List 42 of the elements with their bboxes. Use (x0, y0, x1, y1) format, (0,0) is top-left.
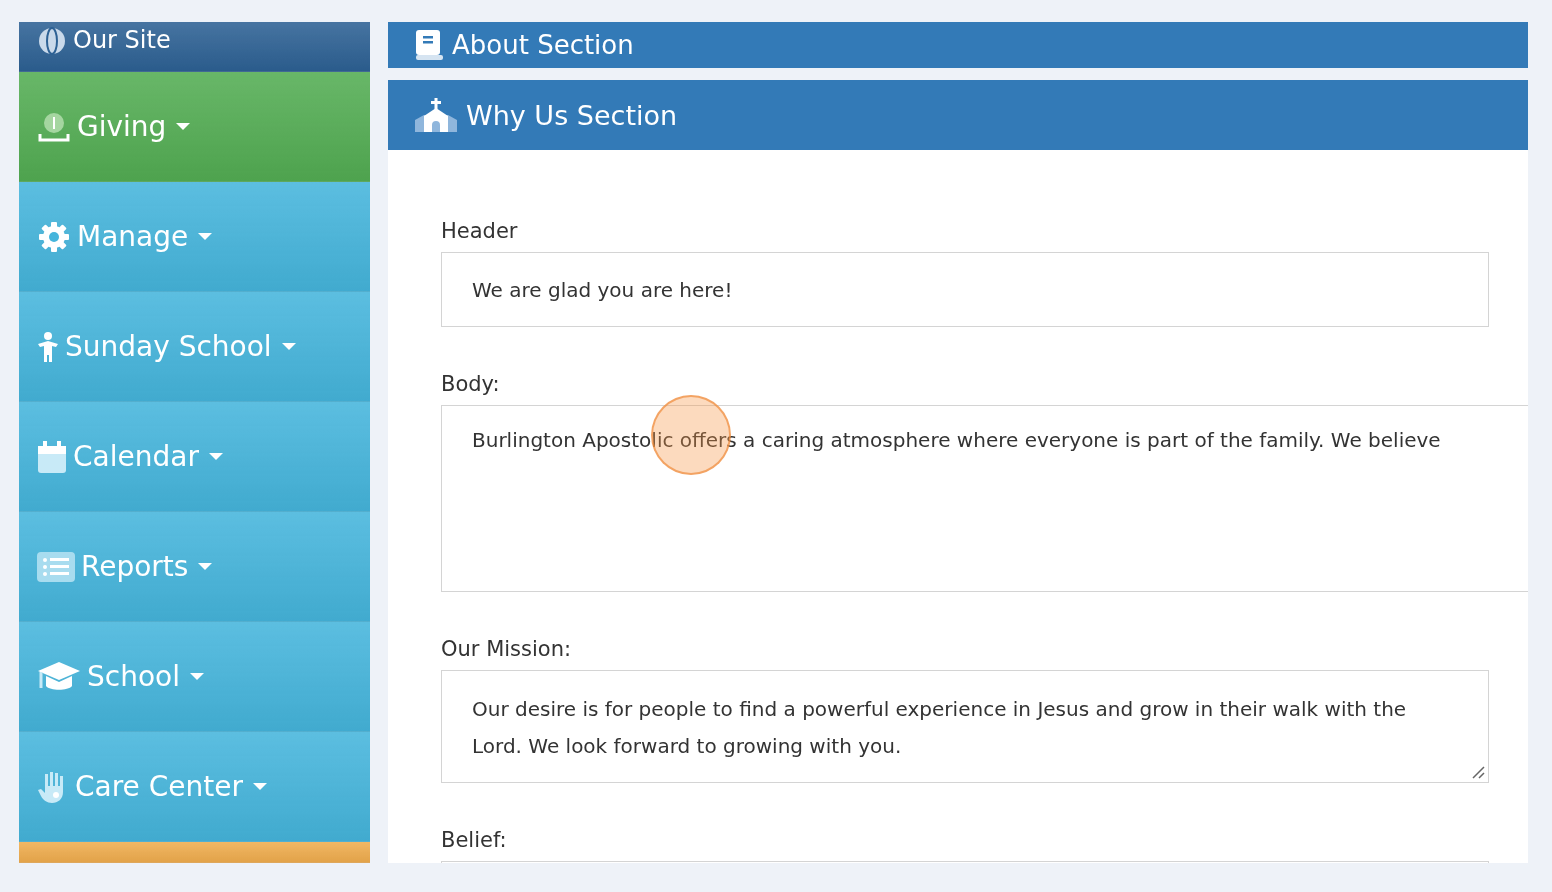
church-icon (414, 98, 458, 132)
caret-icon (208, 453, 223, 460)
sidebar-item-label: Sunday School (65, 330, 272, 363)
sidebar-item[interactable]: Reports (19, 512, 370, 622)
section-title: Why Us Section (466, 99, 678, 131)
section-header[interactable]: About Section (388, 22, 1528, 68)
calendar-icon (37, 439, 67, 474)
sidebar-item-label: Calendar (73, 440, 199, 473)
sidebar-item[interactable]: Sunday School (19, 292, 370, 402)
graduation-cap-icon (37, 660, 81, 693)
sidebar-item-label: Manage (77, 220, 189, 253)
sidebar-item-label: School (87, 660, 180, 693)
sidebar-item[interactable]: School (19, 622, 370, 732)
list-icon (37, 551, 75, 582)
section-title: About Section (452, 30, 634, 60)
resize-handle-icon[interactable] (1471, 765, 1485, 779)
globe-icon (37, 26, 67, 56)
sidebar-item-label: Care Center (75, 770, 243, 803)
sidebar-item[interactable]: Manage (19, 182, 370, 292)
field-label: Belief: (441, 827, 508, 853)
sidebar-item-label: Reports (81, 550, 189, 583)
caret-icon (253, 783, 267, 790)
sidebar-item-label: Giving (77, 110, 167, 143)
field-label: Our Mission: (441, 636, 573, 662)
text-area[interactable]: Our desire is for people to find a powerful experience in Jesus and grow in their walk with the Lord. We look forward to growing with you. (441, 670, 1489, 783)
field-label: Body: (441, 371, 501, 397)
person-icon (37, 330, 59, 363)
caret-icon (198, 233, 213, 240)
caret-icon (281, 343, 296, 350)
caret-icon (189, 673, 204, 680)
input-field[interactable]: We are glad you are here! (441, 252, 1489, 327)
caret-icon (198, 563, 213, 570)
book-icon (414, 29, 444, 61)
sidebar-item[interactable]: Our Site (19, 22, 370, 72)
field-label: Header (441, 218, 519, 244)
section-header[interactable]: Why Us Section (388, 80, 1528, 150)
sidebar-item[interactable]: Giving (19, 72, 370, 182)
caret-icon (176, 123, 191, 130)
sidebar-item[interactable]: Care Center (19, 732, 370, 842)
sidebar-item-label: Our Site (73, 26, 171, 54)
sidebar-item[interactable]: Calendar (19, 402, 370, 512)
settings-icon (37, 219, 71, 254)
